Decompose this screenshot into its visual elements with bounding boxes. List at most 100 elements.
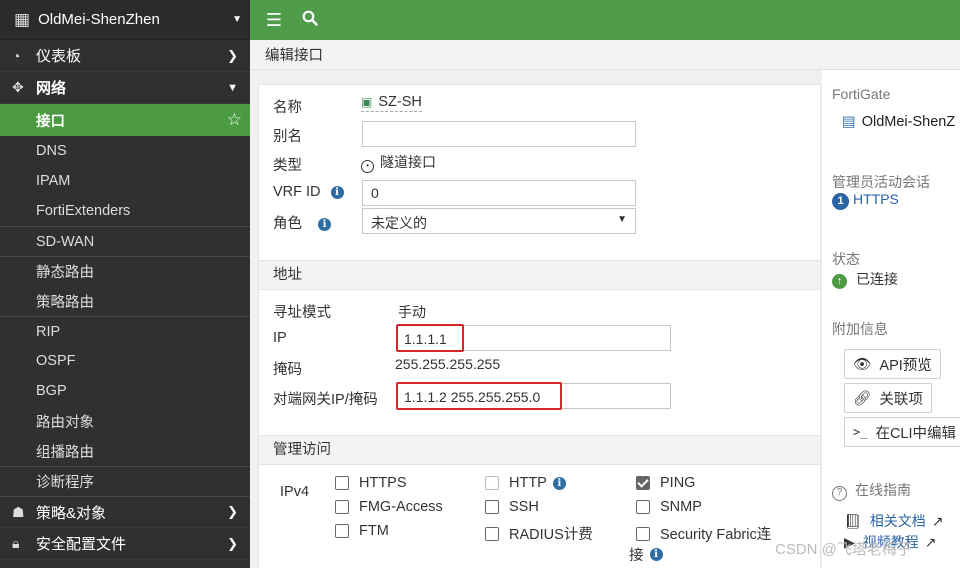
edit-in-cli-button[interactable]: >_ 在CLI中编辑: [844, 417, 960, 447]
chevron-right-icon: ❯: [227, 504, 238, 519]
ping-checkbox[interactable]: PING: [636, 475, 695, 491]
tunnel-icon: ▣: [361, 95, 373, 109]
tunnel-type-icon: •: [361, 160, 374, 173]
security-fabric-checkbox[interactable]: Security Fabric连: [636, 523, 771, 544]
http-label: HTTP: [509, 475, 547, 491]
sidebar-item-label: 策略路由: [36, 294, 94, 311]
sidebar-item-routing-objects[interactable]: 路由对象: [0, 406, 250, 436]
sidebar-item-dns[interactable]: DNS: [0, 136, 250, 166]
sidebar-item-label: 静态路由: [36, 265, 94, 281]
sidebar-item-rip[interactable]: RIP: [0, 316, 250, 346]
sidebar-item-label: 组播路由: [36, 444, 94, 461]
hamburger-icon[interactable]: ☰: [264, 10, 284, 31]
external-link-icon: ↗: [924, 534, 937, 550]
sidebar-item-label: 仪表板: [36, 48, 82, 65]
sidebar-item-security-profiles[interactable]: 🔒︎ 安全配置文件 ❯: [0, 528, 250, 560]
sidebar-item-label: 安全配置文件: [36, 536, 127, 553]
role-select-value: 未定义的: [371, 215, 427, 231]
https-checkbox[interactable]: HTTPS: [335, 475, 407, 491]
role-label: 角色 i: [273, 212, 331, 233]
radius-accounting-checkbox[interactable]: RADIUS计费: [485, 523, 593, 544]
policy-icon: ☗: [12, 503, 25, 520]
peer-gateway-label: 对端网关IP/掩码: [273, 392, 378, 408]
star-icon[interactable]: ☆: [227, 110, 242, 130]
fmg-access-checkbox[interactable]: FMG-Access: [335, 499, 443, 515]
interface-name-text: SZ-SH: [378, 94, 422, 110]
checkbox-box[interactable]: [335, 500, 349, 514]
checkbox-box[interactable]: [335, 476, 349, 490]
device-name: OldMei-ShenZhen: [38, 11, 160, 28]
admin-sessions-value[interactable]: 1 HTTPS: [832, 191, 899, 210]
info-icon[interactable]: i: [330, 186, 344, 199]
checkbox-box[interactable]: [485, 526, 499, 541]
external-link-icon: ↗: [931, 513, 944, 529]
sidebar-item-dashboard[interactable]: ◔ 仪表板 ❯: [0, 40, 250, 72]
http-checkbox[interactable]: HTTP i: [485, 475, 566, 491]
sidebar-item-policy-objects[interactable]: ☗ 策略&对象 ❯: [0, 496, 250, 528]
sidebar-item-diagnostics[interactable]: 诊断程序: [0, 466, 250, 496]
book-icon: 📕︎: [844, 513, 862, 529]
chevron-down-icon: ▼: [232, 14, 242, 25]
sidebar-item-ospf[interactable]: OSPF: [0, 346, 250, 376]
type-value: • 隧道接口: [361, 152, 436, 173]
peer-gateway-input[interactable]: 1.1.1.2 255.255.255.0: [396, 382, 562, 410]
sidebar-item-multicast[interactable]: 组播路由: [0, 436, 250, 466]
type-label: 类型: [273, 158, 302, 174]
info-icon[interactable]: i: [318, 218, 331, 231]
addressing-mode-label: 寻址模式: [273, 305, 331, 321]
info-icon[interactable]: i: [552, 476, 566, 490]
radius-label: RADIUS计费: [509, 527, 593, 543]
role-select[interactable]: 未定义的 ▼: [362, 208, 636, 234]
vrf-label-text: VRF ID: [273, 184, 321, 200]
ip-input[interactable]: 1.1.1.1: [396, 324, 464, 352]
checkbox-box[interactable]: [636, 526, 650, 541]
ssh-label: SSH: [509, 499, 539, 515]
checkbox-box-checked[interactable]: [636, 476, 650, 490]
sidebar-item-label: RIP: [36, 323, 61, 340]
checkbox-box[interactable]: [636, 500, 650, 514]
device-icon: ▦: [14, 9, 31, 29]
arrow-up-circle-icon: ↑: [832, 274, 847, 289]
sidebar-item-label: OSPF: [36, 353, 76, 369]
sessions-protocol-link[interactable]: HTTPS: [853, 191, 899, 207]
additional-info-label: 附加信息: [832, 321, 888, 337]
docs-link[interactable]: 📕︎ 相关文档 ↗: [844, 511, 944, 531]
ssh-checkbox[interactable]: SSH: [485, 499, 539, 515]
right-info-panel: FortiGate ▤ OldMei-ShenZ 管理员活动会话 1 HTTPS 状…: [822, 70, 960, 568]
sidebar-item-interfaces[interactable]: 接口 ☆: [0, 104, 250, 136]
checkbox-box[interactable]: [485, 500, 499, 514]
sidebar-item-network[interactable]: ✥ 网络 ▼: [0, 72, 250, 104]
sidebar-item-static-routes[interactable]: 静态路由: [0, 256, 250, 286]
references-button[interactable]: 🔗︎ 关联项: [844, 383, 932, 413]
online-guide-text: 在线指南: [855, 482, 911, 498]
alias-input[interactable]: [362, 121, 636, 147]
checkbox-box[interactable]: [335, 524, 349, 538]
sidebar-item-policy-routes[interactable]: 策略路由: [0, 286, 250, 316]
sidebar-item-label: FortiExtenders: [36, 203, 131, 219]
sidebar-item-fortiextenders[interactable]: FortiExtenders: [0, 196, 250, 226]
api-preview-button[interactable]: 👁︎ API预览: [844, 349, 941, 379]
sidebar-item-label: DNS: [36, 143, 67, 159]
device-selector[interactable]: ▦ OldMei-ShenZhen ▼: [0, 0, 250, 40]
sidebar: ▦ OldMei-ShenZhen ▼ ◔ 仪表板 ❯ ✥ 网络 ▼ 接口 ☆ …: [0, 0, 250, 568]
snmp-checkbox[interactable]: SNMP: [636, 499, 702, 515]
ftm-checkbox[interactable]: FTM: [335, 523, 389, 539]
vrf-id-input[interactable]: 0: [362, 180, 636, 206]
network-icon: ✥: [12, 79, 24, 95]
interface-name: ▣ SZ-SH: [361, 94, 422, 112]
caret-down-icon: ▼: [617, 214, 627, 225]
address-section-header: 地址: [259, 260, 820, 290]
ip-label: IP: [273, 330, 287, 346]
session-count-badge: 1: [832, 193, 849, 210]
checkbox-box[interactable]: [485, 476, 499, 490]
info-icon[interactable]: i: [649, 548, 663, 561]
fmg-access-label: FMG-Access: [359, 499, 443, 515]
sidebar-item-sdwan[interactable]: SD-WAN: [0, 226, 250, 256]
search-icon[interactable]: [300, 10, 320, 31]
sidebar-item-label: 路由对象: [36, 414, 94, 431]
snmp-label: SNMP: [660, 499, 702, 515]
ipv4-label: IPv4: [280, 484, 310, 500]
sidebar-item-bgp[interactable]: BGP: [0, 376, 250, 406]
docs-link-text[interactable]: 相关文档: [870, 513, 926, 529]
sidebar-item-ipam[interactable]: IPAM: [0, 166, 250, 196]
